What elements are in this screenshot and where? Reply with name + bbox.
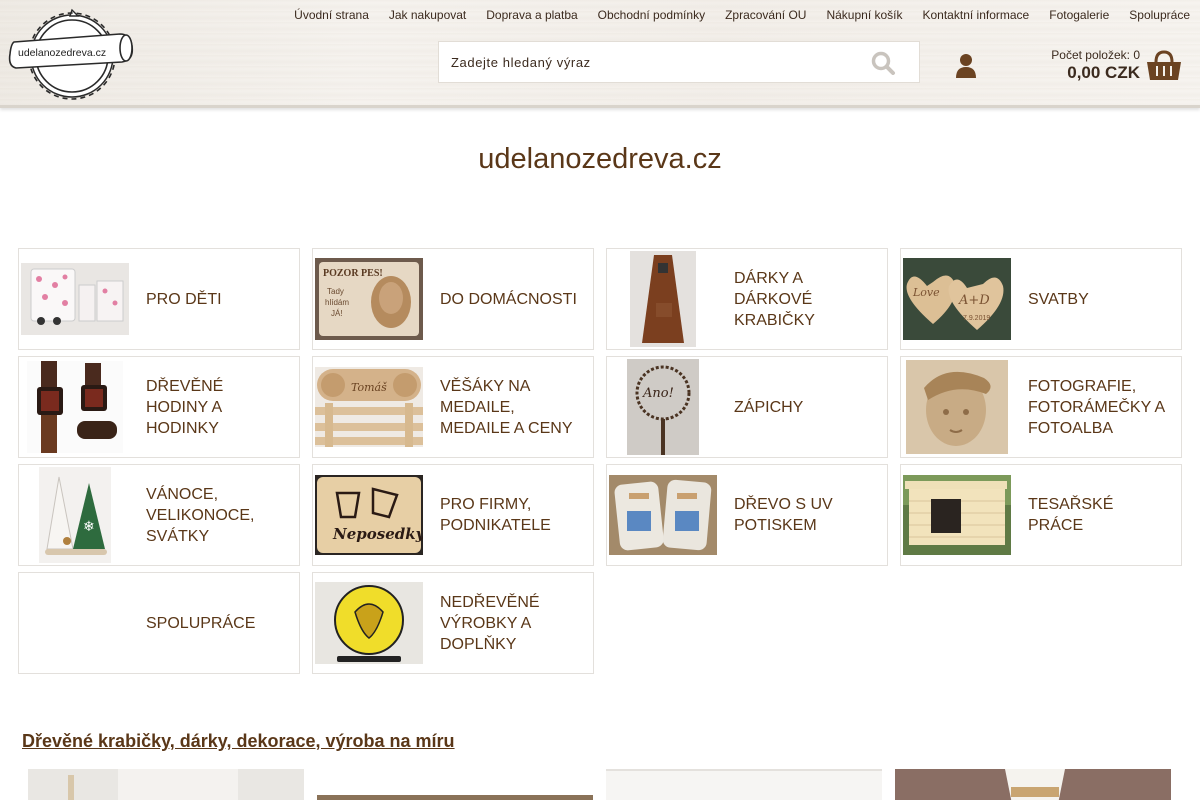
category-thumbnail: Love A+D 7.9.2019: [901, 249, 1013, 349]
category-label: FOTOGRAFIE, FOTORÁMEČKY A FOTOALBA: [1028, 377, 1165, 437]
product-image: [895, 769, 1171, 800]
category-vesaky-na-medaile[interactable]: Tomáš VĚŠÁKY NA MEDAILE, MEDAILE A CENY: [312, 356, 594, 458]
svg-text:7.9.2019: 7.9.2019: [963, 315, 990, 322]
svg-text:POZOR PES!: POZOR PES!: [323, 268, 383, 279]
category-thumbnail: Tomáš: [313, 357, 425, 457]
product-card[interactable]: [606, 769, 882, 800]
svg-text:❄: ❄: [83, 519, 95, 535]
svg-text:Tady: Tady: [327, 287, 344, 296]
nav-zpracovani-ou[interactable]: Zpracování OU: [715, 7, 816, 23]
category-thumbnail: [901, 465, 1013, 565]
category-label: PRO DĚTI: [146, 290, 222, 308]
nav-doprava-a-platba[interactable]: Doprava a platba: [476, 7, 587, 23]
search-icon[interactable]: [871, 51, 897, 75]
category-label: DÁRKY A DÁRKOVÉ KRABIČKY: [734, 269, 815, 329]
category-label: ZÁPICHY: [734, 398, 804, 416]
nav-kontaktni-informace[interactable]: Kontaktní informace: [913, 7, 1040, 23]
product-image: [606, 769, 882, 800]
category-label: PRO FIRMY, PODNIKATELE: [440, 496, 551, 534]
category-drevene-hodiny[interactable]: DŘEVĚNÉ HODINY A HODINKY: [18, 356, 300, 458]
svg-text:hlídám: hlídám: [325, 298, 349, 307]
search-box: [438, 41, 920, 83]
nav-nakupni-kosik[interactable]: Nákupní košík: [816, 7, 912, 23]
category-thumbnail: [901, 357, 1013, 457]
category-zapichy[interactable]: Ano! ZÁPICHY: [606, 356, 888, 458]
product-card[interactable]: [317, 769, 593, 800]
category-label: VĚŠÁKY NA MEDAILE, MEDAILE A CENY: [440, 377, 573, 437]
category-nedrevene-vyrobky[interactable]: NEDŘEVĚNÉ VÝROBKY A DOPLŇKY: [312, 572, 594, 674]
product-image: [28, 769, 304, 800]
category-pro-firmy[interactable]: Neposedky PRO FIRMY, PODNIKATELE: [312, 464, 594, 566]
search-input[interactable]: [439, 42, 859, 82]
nav-spoluprace[interactable]: Spolupráce: [1119, 7, 1190, 23]
nav-fotogalerie[interactable]: Fotogalerie: [1039, 7, 1119, 23]
category-thumbnail: Ano!: [607, 357, 719, 457]
category-spoluprace[interactable]: SPOLUPRÁCE: [18, 572, 300, 674]
top-navigation: Úvodní strana Jak nakupovat Doprava a pl…: [284, 7, 1190, 23]
category-label: NEDŘEVĚNÉ VÝROBKY A DOPLŇKY: [440, 593, 540, 653]
site-header: udelanozedreva.cz Úvodní strana Jak naku…: [0, 0, 1200, 108]
nav-uvodni-strana[interactable]: Úvodní strana: [284, 7, 379, 23]
category-label: DO DOMÁCNOSTI: [440, 290, 577, 308]
category-thumbnail: [607, 249, 719, 349]
category-thumbnail: ❄: [19, 465, 131, 565]
category-do-domacnosti[interactable]: POZOR PES! Tady hlídám JÁ! DO DOMÁCNOSTI: [312, 248, 594, 350]
cart-item-count: Počet položek: 0: [1051, 48, 1140, 62]
product-card[interactable]: [895, 769, 1171, 800]
category-svatby[interactable]: Love A+D 7.9.2019 SVATBY: [900, 248, 1182, 350]
category-label: VÁNOCE, VELIKONOCE, SVÁTKY: [146, 485, 255, 545]
svg-text:Neposedky: Neposedky: [332, 525, 423, 543]
cart-total: 0,00 CZK: [1067, 63, 1140, 82]
svg-text:Ano!: Ano!: [642, 386, 674, 401]
page-title: udelanozedreva.cz: [478, 143, 722, 175]
category-thumbnail: Neposedky: [313, 465, 425, 565]
category-drevo-s-uv-potiskem[interactable]: DŘEVO S UV POTISKEM: [606, 464, 888, 566]
section-title-link[interactable]: Dřevěné krabičky, dárky, dekorace, výrob…: [22, 731, 455, 752]
svg-text:A+D: A+D: [958, 293, 990, 308]
svg-text:Tomáš: Tomáš: [351, 381, 387, 394]
svg-text:Love: Love: [912, 286, 940, 299]
category-label: DŘEVO S UV POTISKEM: [734, 496, 833, 534]
category-label: TESAŘSKÉ PRÁCE: [1028, 496, 1114, 534]
category-tesarske-prace[interactable]: TESAŘSKÉ PRÁCE: [900, 464, 1182, 566]
logo-text: udelanozedreva.cz: [18, 47, 106, 59]
category-thumbnail: [19, 357, 131, 457]
category-label: SVATBY: [1028, 290, 1089, 308]
category-label: SPOLUPRÁCE: [146, 614, 256, 632]
svg-text:JÁ!: JÁ!: [331, 309, 343, 318]
category-thumbnail: [313, 573, 425, 673]
cart-summary[interactable]: Počet položek: 0 0,00 CZK: [1051, 47, 1140, 83]
product-card[interactable]: [28, 769, 304, 800]
category-fotografie[interactable]: FOTOGRAFIE, FOTORÁMEČKY A FOTOALBA: [900, 356, 1182, 458]
nav-jak-nakupovat[interactable]: Jak nakupovat: [379, 7, 476, 23]
category-label: DŘEVĚNÉ HODINY A HODINKY: [146, 377, 224, 437]
category-pro-deti[interactable]: PRO DĚTI: [18, 248, 300, 350]
basket-icon[interactable]: [1146, 50, 1182, 82]
saw-blade-logo-icon: udelanozedreva.cz: [8, 8, 134, 100]
nav-obchodni-podminky[interactable]: Obchodní podmínky: [588, 7, 715, 23]
user-icon[interactable]: [954, 53, 978, 79]
category-thumbnail: [607, 465, 719, 565]
product-image: [317, 769, 593, 800]
category-vanoce[interactable]: ❄ VÁNOCE, VELIKONOCE, SVÁTKY: [18, 464, 300, 566]
category-thumbnail: [19, 573, 131, 673]
category-thumbnail: POZOR PES! Tady hlídám JÁ!: [313, 249, 425, 349]
category-darky[interactable]: DÁRKY A DÁRKOVÉ KRABIČKY: [606, 248, 888, 350]
site-logo[interactable]: udelanozedreva.cz: [8, 8, 140, 102]
category-grid: PRO DĚTI POZOR PES! Tady hlídám JÁ! DO D…: [18, 248, 1182, 674]
product-row: [28, 769, 1171, 800]
category-thumbnail: [19, 249, 131, 349]
